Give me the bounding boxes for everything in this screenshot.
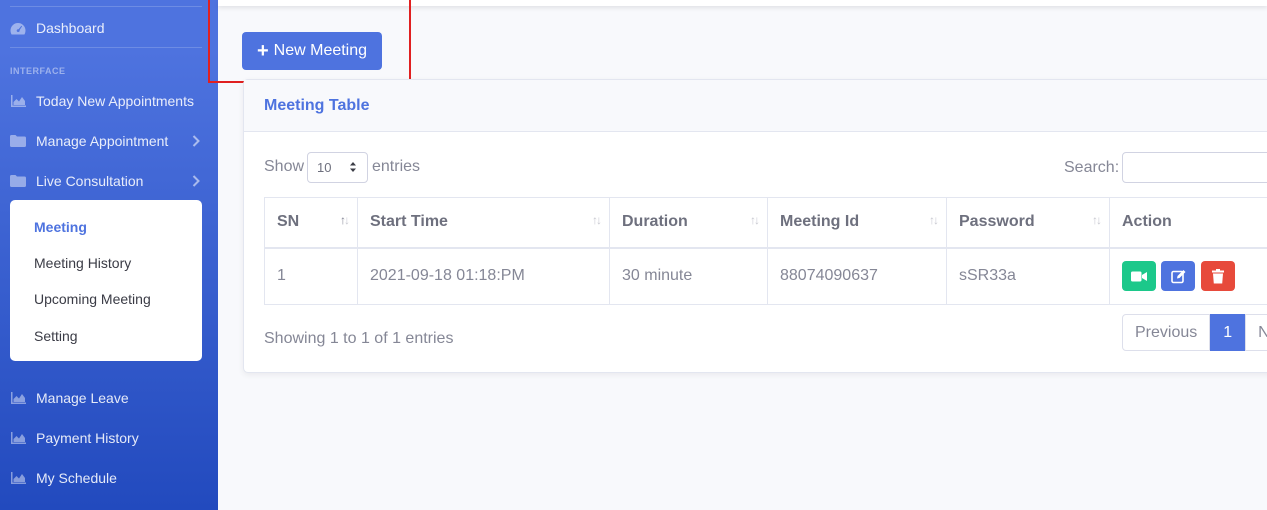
sort-icon: ↑↓ bbox=[929, 213, 939, 227]
sidebar-item-label: Live Consultation bbox=[36, 173, 144, 189]
sort-icon: ↑↓ bbox=[592, 213, 602, 227]
start-video-button[interactable] bbox=[1122, 261, 1156, 292]
column-header-label: Duration bbox=[622, 213, 688, 231]
sidebar-heading: INTERFACE bbox=[10, 66, 66, 76]
sort-icon: ↑↓ bbox=[1092, 213, 1102, 227]
card-title: Meeting Table bbox=[264, 96, 370, 114]
cell-action bbox=[1109, 247, 1267, 305]
sort-asc-icon: ↑↓ bbox=[340, 213, 350, 227]
submenu-item-setting[interactable]: Setting bbox=[34, 328, 78, 344]
submenu-item-meeting[interactable]: Meeting bbox=[34, 219, 87, 235]
column-header-label: Password bbox=[959, 213, 1035, 231]
chart-area-icon bbox=[10, 94, 26, 108]
edit-button[interactable] bbox=[1161, 261, 1196, 292]
cell-duration: 30 minute bbox=[609, 247, 768, 305]
tachometer-icon bbox=[10, 21, 26, 35]
column-header-password[interactable]: Password ↑↓ bbox=[946, 197, 1110, 249]
chart-area-icon bbox=[10, 431, 26, 445]
chart-area-icon bbox=[10, 391, 26, 405]
folder-icon bbox=[10, 134, 26, 148]
pagination-page[interactable]: 1 bbox=[1210, 314, 1246, 351]
pagination-previous[interactable]: Previous bbox=[1122, 314, 1211, 351]
cell-meeting-id: 88074090637 bbox=[767, 247, 947, 305]
search-label: Search: bbox=[1064, 159, 1120, 176]
sidebar-divider bbox=[10, 6, 202, 7]
sidebar-item-today-new-appointments[interactable]: Today New Appointments bbox=[10, 86, 218, 116]
sidebar-item-live-consultation[interactable]: Live Consultation bbox=[10, 166, 218, 196]
column-header-label: SN bbox=[277, 213, 300, 231]
edit-icon bbox=[1171, 269, 1186, 284]
submenu-item-meeting-history[interactable]: Meeting History bbox=[34, 255, 131, 271]
trash-icon bbox=[1211, 268, 1224, 284]
sidebar-item-label: My Schedule bbox=[36, 470, 117, 486]
cell-start-time: 2021-09-18 01:18:PM bbox=[357, 247, 610, 305]
plus-icon: + bbox=[256, 40, 269, 62]
video-camera-icon bbox=[1131, 271, 1147, 282]
entries-label: entries bbox=[372, 158, 421, 175]
sidebar: Dashboard INTERFACE Today New Appointmen… bbox=[0, 0, 218, 510]
entries-per-page-value: 10 bbox=[317, 160, 332, 175]
search-input[interactable] bbox=[1122, 152, 1267, 183]
sidebar-item-label: Payment History bbox=[36, 430, 139, 446]
sidebar-item-manage-leave[interactable]: Manage Leave bbox=[10, 383, 218, 413]
meeting-table: SN ↑↓ Start Time ↑↓ Duration ↑↓ Meeting … bbox=[264, 197, 1267, 305]
cell-password: sSR33a bbox=[946, 247, 1110, 305]
column-header-action: Action bbox=[1109, 197, 1267, 249]
table-row: 1 2021-09-18 01:18:PM 30 minute 88074090… bbox=[264, 247, 1267, 305]
table-info: Showing 1 to 1 of 1 entries bbox=[264, 330, 454, 347]
chart-area-icon bbox=[10, 471, 26, 485]
sidebar-item-payment-history[interactable]: Payment History bbox=[10, 423, 218, 453]
pagination-next[interactable]: Next bbox=[1245, 314, 1267, 351]
topbar bbox=[218, 0, 1267, 6]
chevron-right-icon bbox=[192, 134, 200, 150]
sort-icon: ↑↓ bbox=[750, 213, 760, 227]
sidebar-divider bbox=[10, 47, 202, 48]
sidebar-item-label: Manage Appointment bbox=[36, 133, 169, 149]
live-consultation-submenu: Meeting Meeting History Upcoming Meeting… bbox=[10, 200, 202, 361]
column-header-sn[interactable]: SN ↑↓ bbox=[264, 197, 358, 249]
entries-per-page-select[interactable]: 10 bbox=[307, 152, 368, 183]
show-label: Show bbox=[264, 158, 305, 175]
submenu-item-upcoming-meeting[interactable]: Upcoming Meeting bbox=[34, 291, 151, 307]
sidebar-item-label: Dashboard bbox=[36, 20, 105, 36]
column-header-meeting-id[interactable]: Meeting Id ↑↓ bbox=[767, 197, 947, 249]
select-arrows-icon bbox=[349, 161, 357, 176]
card-header: Meeting Table bbox=[244, 80, 1267, 132]
column-header-label: Action bbox=[1122, 213, 1172, 231]
sidebar-item-label: Today New Appointments bbox=[36, 93, 194, 109]
new-meeting-button[interactable]: + New Meeting bbox=[242, 32, 382, 70]
column-header-start-time[interactable]: Start Time ↑↓ bbox=[357, 197, 610, 249]
cell-sn: 1 bbox=[264, 247, 358, 305]
new-meeting-label: New Meeting bbox=[273, 42, 368, 59]
chevron-right-icon bbox=[192, 174, 200, 190]
column-header-label: Meeting Id bbox=[780, 213, 860, 231]
table-header-row: SN ↑↓ Start Time ↑↓ Duration ↑↓ Meeting … bbox=[264, 197, 1267, 249]
sidebar-item-dashboard[interactable]: Dashboard bbox=[10, 13, 218, 43]
sidebar-item-label: Manage Leave bbox=[36, 390, 129, 406]
sidebar-item-my-schedule[interactable]: My Schedule bbox=[10, 463, 218, 493]
sidebar-item-manage-appointment[interactable]: Manage Appointment bbox=[10, 126, 218, 156]
delete-button[interactable] bbox=[1200, 261, 1235, 292]
meeting-table-card: Meeting Table Show 10 entries Search: SN… bbox=[243, 79, 1267, 373]
column-header-label: Start Time bbox=[370, 213, 448, 231]
pagination: Previous 1 Next bbox=[1122, 314, 1267, 351]
column-header-duration[interactable]: Duration ↑↓ bbox=[609, 197, 768, 249]
folder-icon bbox=[10, 174, 26, 188]
